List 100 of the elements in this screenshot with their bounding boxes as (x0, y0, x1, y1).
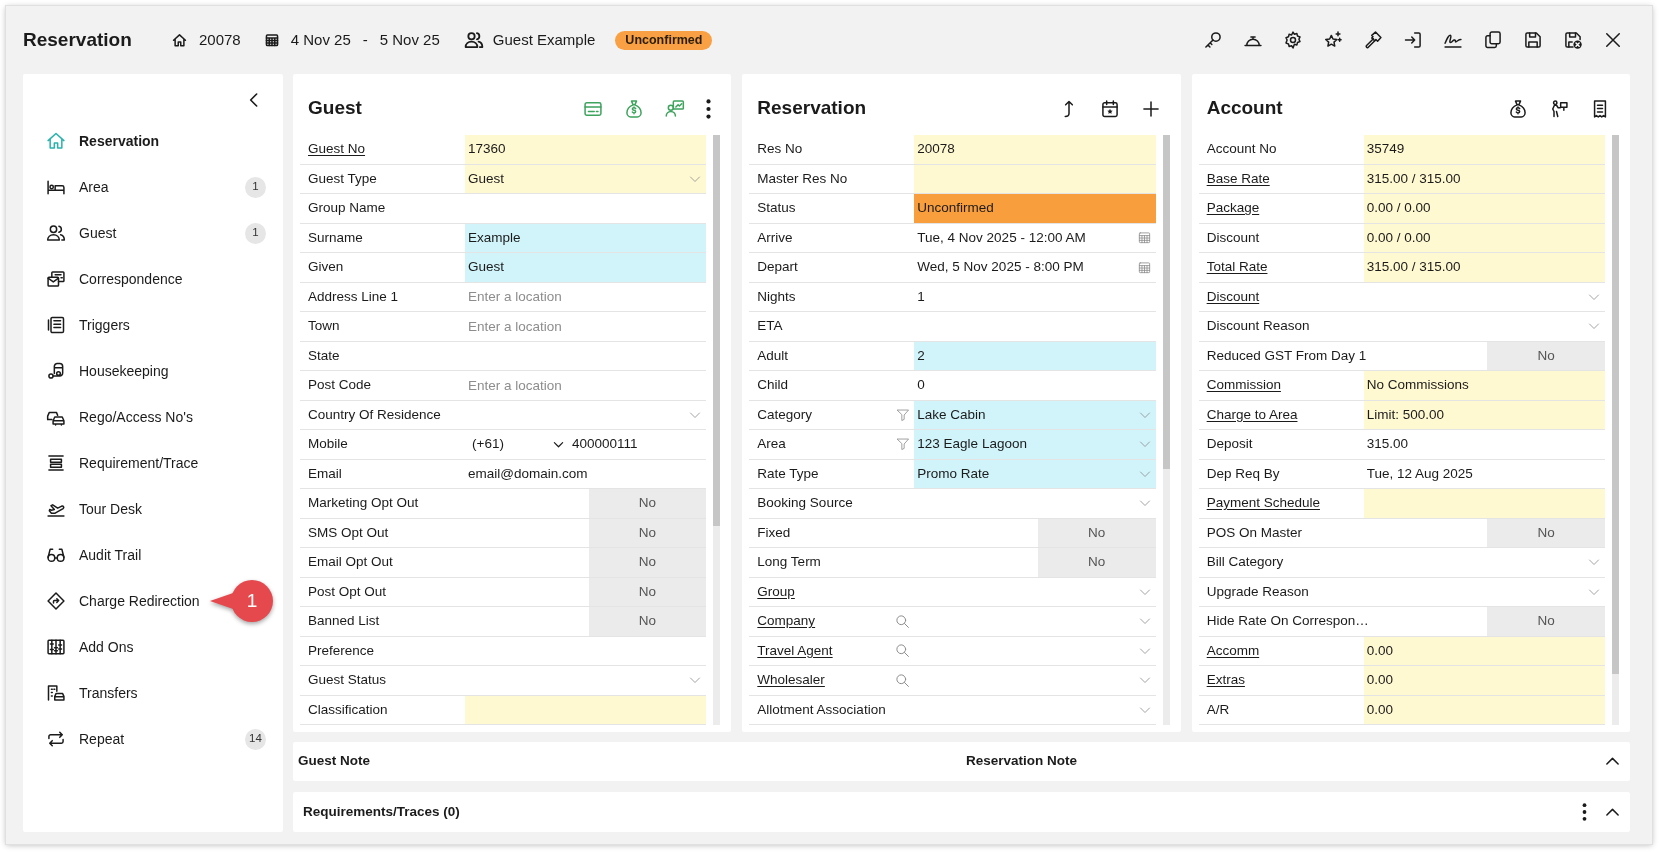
plus-icon[interactable] (1140, 98, 1161, 119)
scrollbar[interactable] (713, 135, 721, 725)
kebab-menu-icon[interactable] (706, 98, 712, 119)
input-field[interactable] (465, 695, 707, 724)
field-link[interactable]: Extras (1206, 670, 1245, 691)
sidebar-link[interactable]: Guest (46, 222, 117, 244)
sidebar-link[interactable]: Area (46, 176, 109, 198)
input-field[interactable]: Example (465, 223, 707, 252)
person-chart-icon[interactable] (665, 98, 686, 119)
toggle-switch[interactable]: No (588, 548, 707, 577)
input-field[interactable]: Enter a location (465, 371, 707, 400)
input-field[interactable]: 315.00 (1363, 430, 1605, 459)
arrival-date: 4 Nov 25 (290, 29, 351, 50)
field-link[interactable]: Total Rate (1206, 257, 1268, 278)
country-code-dropdown[interactable]: (+61) (468, 434, 564, 455)
toggle-switch[interactable]: No (588, 518, 707, 547)
person-sign-icon[interactable] (1549, 98, 1569, 119)
settings-icon[interactable] (1283, 30, 1303, 50)
sidebar-link[interactable]: Tour Desk (46, 498, 143, 520)
field-link[interactable]: Travel Agent (757, 640, 833, 661)
input-field[interactable]: email@domain.com (465, 459, 707, 488)
sidebar-link[interactable]: Add Ons (46, 636, 134, 658)
toggle-switch[interactable]: No (588, 577, 707, 606)
filter-icon[interactable] (896, 407, 911, 422)
input-field[interactable]: 0.00 (1363, 695, 1605, 724)
scrollbar-thumb[interactable] (713, 135, 721, 526)
toggle-switch[interactable]: No (1487, 607, 1605, 636)
input-field[interactable]: 0.00 / 0.00 (1363, 194, 1605, 223)
input-field[interactable]: 0.00 (1363, 636, 1605, 665)
dropdown-field[interactable]: Guest (465, 164, 707, 193)
input-field[interactable]: No Commissions (1363, 371, 1605, 400)
sidebar-link[interactable]: Audit Trail (46, 544, 142, 566)
key-icon[interactable] (1203, 30, 1223, 50)
toggle-switch[interactable]: No (1037, 518, 1156, 547)
sidebar-link[interactable]: Triggers (46, 314, 130, 336)
field-link[interactable]: Company (757, 611, 816, 632)
kebab-menu-icon[interactable] (1582, 803, 1587, 821)
field-link[interactable]: Payment Schedule (1206, 493, 1320, 514)
sidebar-link[interactable]: Transfers (46, 682, 138, 704)
dropdown-field[interactable]: Promo Rate (914, 459, 1156, 488)
input-field[interactable]: 17360 (465, 135, 707, 164)
field-link[interactable]: Base Rate (1206, 168, 1270, 189)
toggle-switch[interactable]: No (588, 489, 707, 518)
phone-field[interactable]: 400000111 (564, 434, 638, 455)
toggle-switch[interactable]: No (1487, 518, 1605, 547)
sidebar-link[interactable]: Housekeeping (46, 360, 169, 382)
input-field[interactable]: 2 (914, 341, 1156, 370)
sparkle-star-icon[interactable] (1323, 30, 1343, 50)
input-field[interactable]: Enter a location (465, 312, 707, 341)
input-field[interactable]: 0 (914, 371, 1156, 400)
scrollbar-thumb[interactable] (1162, 135, 1170, 469)
money-bag-icon[interactable] (1508, 98, 1528, 119)
field-link[interactable]: Accomm (1206, 640, 1260, 661)
sidebar-link[interactable]: Rego/Access No's (46, 406, 193, 428)
field-link[interactable]: Wholesaler (757, 670, 825, 691)
scrollbar[interactable] (1162, 135, 1170, 725)
toggle-switch[interactable]: No (1037, 548, 1156, 577)
toggle-switch[interactable]: No (1487, 341, 1605, 370)
input-field[interactable]: Guest (465, 253, 707, 282)
dropdown-field[interactable]: 123 Eagle Lagoon (914, 430, 1156, 459)
field-link[interactable]: Commission (1206, 375, 1281, 396)
sidebar-link[interactable]: Reservation (46, 130, 160, 152)
input-field[interactable] (914, 164, 1156, 193)
calendar-icon[interactable] (1137, 231, 1151, 245)
save-close-icon[interactable] (1563, 30, 1583, 50)
sign-in-icon[interactable] (1403, 30, 1423, 50)
save-icon[interactable] (1523, 30, 1543, 50)
calendar-icon[interactable] (1137, 260, 1151, 274)
search-icon[interactable] (895, 672, 911, 688)
sidebar-link[interactable]: Requirement/Trace (46, 452, 199, 474)
filter-icon[interactable] (896, 437, 911, 452)
search-icon[interactable] (895, 613, 911, 629)
date-field[interactable]: Wed, 5 Nov 2025 - 8:00 PM (914, 253, 1156, 282)
input-field[interactable] (1363, 489, 1605, 518)
date-field[interactable]: Tue, 4 Nov 2025 - 12:00 AM (914, 223, 1156, 252)
hammer-icon[interactable] (1363, 30, 1383, 50)
input-field[interactable]: 20078 (914, 135, 1156, 164)
field-link[interactable]: Package (1206, 198, 1260, 219)
copy-icon[interactable] (1483, 30, 1503, 50)
close-icon[interactable] (1603, 30, 1623, 50)
input-field[interactable]: Limit: 500.00 (1363, 400, 1605, 429)
field-link[interactable]: Guest No (308, 139, 366, 160)
sidebar-link[interactable]: Charge Redirection (46, 590, 200, 612)
dropdown-field[interactable]: Lake Cabin (914, 400, 1156, 429)
input-field[interactable]: 0.00 / 0.00 (1363, 223, 1605, 252)
input-field[interactable]: 1 (914, 282, 1156, 311)
input-field[interactable]: 0.00 (1363, 666, 1605, 695)
toggle-switch[interactable]: No (588, 607, 707, 636)
input-field[interactable]: 315.00 / 315.00 (1363, 164, 1605, 193)
input-field[interactable]: Tue, 12 Aug 2025 (1363, 459, 1605, 488)
field-link[interactable]: Discount (1206, 286, 1260, 307)
sidebar-link[interactable]: Correspondence (46, 268, 183, 290)
field-link[interactable]: Group (757, 581, 795, 602)
input-field[interactable]: 35749 (1363, 135, 1605, 164)
sidebar-link[interactable]: Repeat (46, 728, 125, 750)
input-field[interactable]: Enter a location (465, 282, 707, 311)
input-field[interactable]: 315.00 / 315.00 (1363, 253, 1605, 282)
input-field[interactable]: Unconfirmed (914, 194, 1156, 223)
field-link[interactable]: Charge to Area (1206, 404, 1298, 425)
search-icon[interactable] (895, 643, 911, 659)
